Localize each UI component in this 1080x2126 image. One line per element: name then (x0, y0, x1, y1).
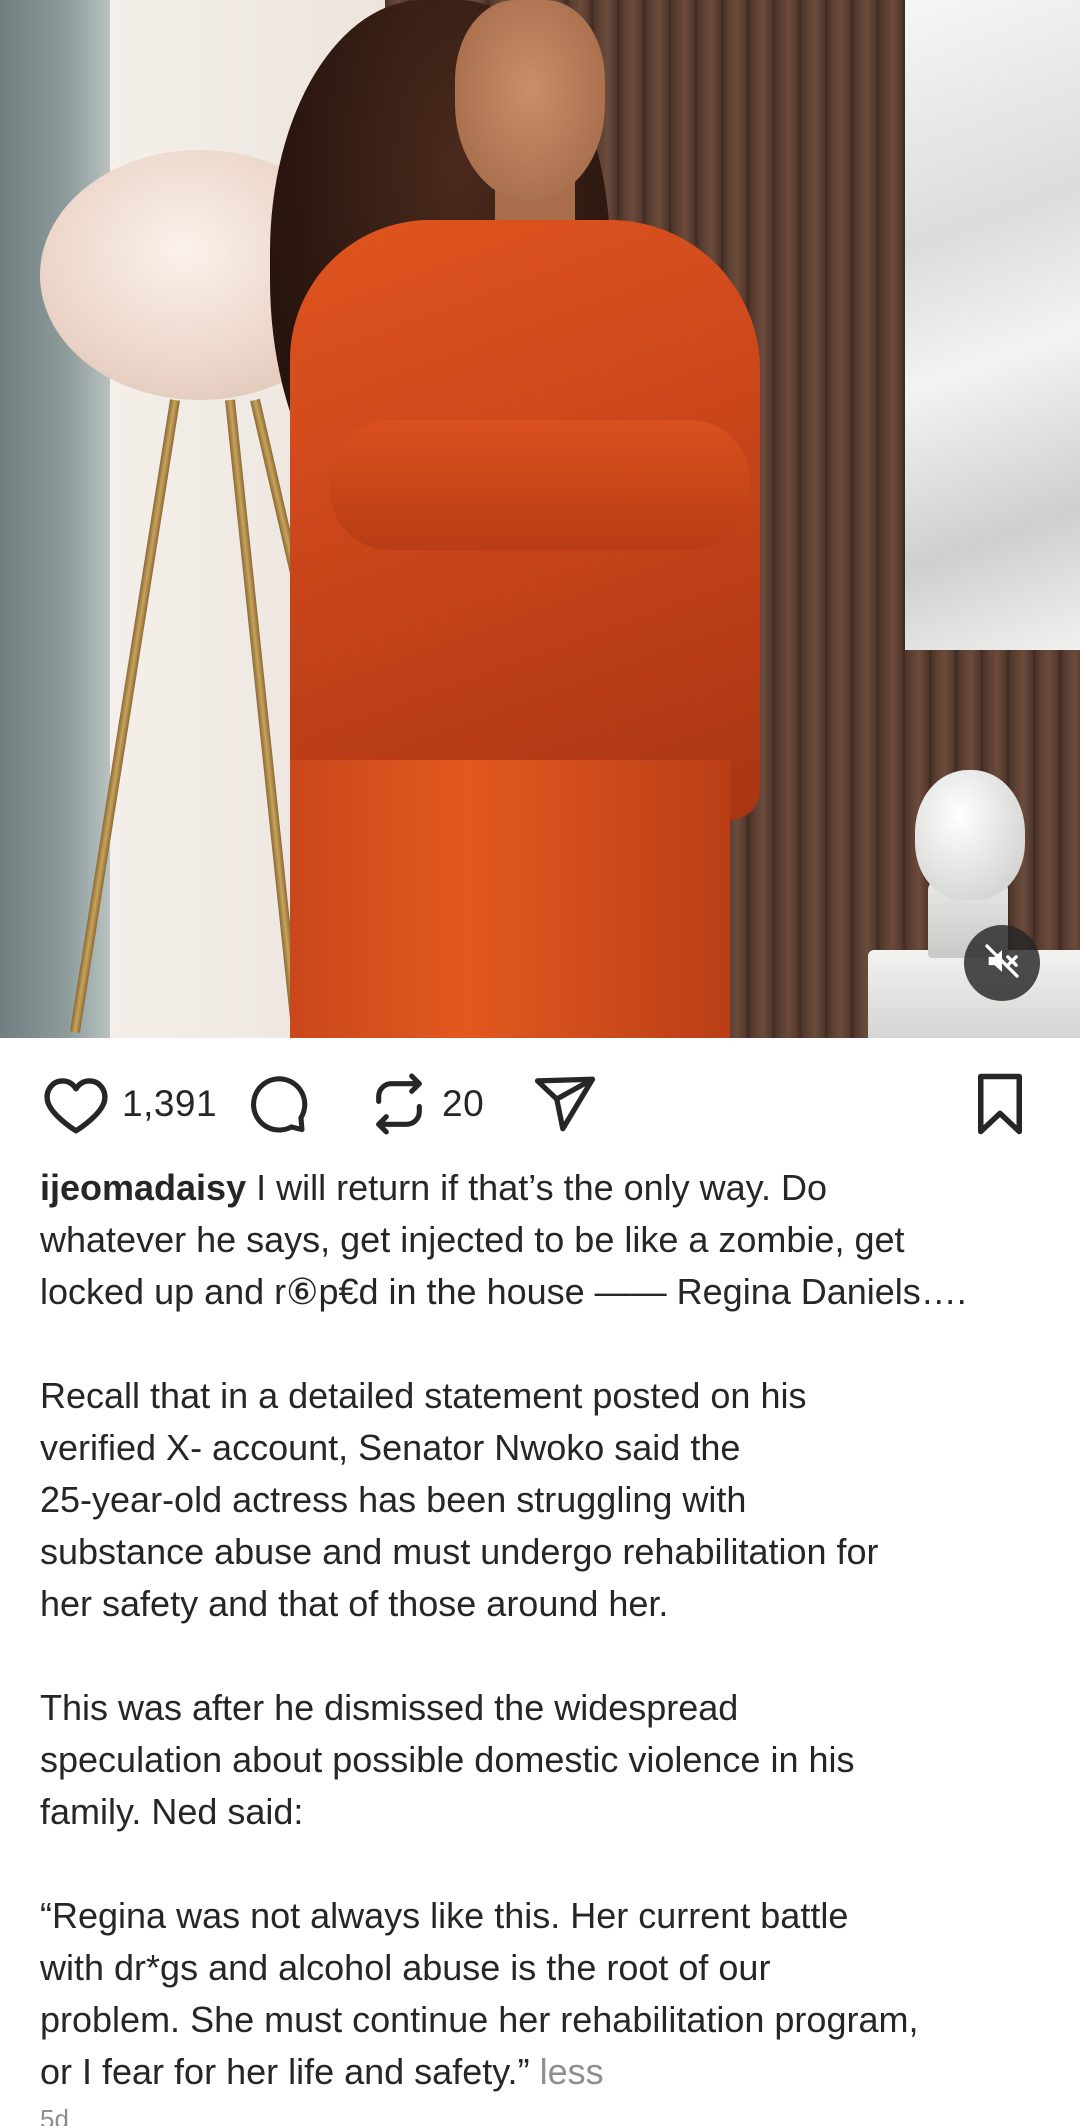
caption-text: “Regina was not always like this. Her cu… (40, 1895, 919, 2092)
post-image[interactable] (0, 0, 1080, 1038)
action-bar: 1,391 20 (0, 1038, 1080, 1168)
like-button[interactable]: 1,391 (42, 1064, 217, 1144)
mute-button[interactable] (964, 925, 1040, 1001)
marble-panel (905, 0, 1080, 650)
comment-button[interactable] (246, 1064, 310, 1144)
speech-bubble-icon (246, 1072, 310, 1136)
bookmark-icon (968, 1071, 1032, 1137)
heart-icon (42, 1073, 110, 1135)
caption-text: whatever he says, get injected to be lik… (40, 1219, 905, 1260)
repost-arrows-icon (368, 1071, 430, 1137)
repost-count[interactable]: 20 (442, 1083, 484, 1125)
post-timestamp: 5d (40, 2104, 69, 2126)
less-link[interactable]: less (540, 2051, 604, 2092)
post: 1,391 20 ijeomadaisy I will return if th… (0, 0, 1080, 2126)
repost-button[interactable]: 20 (368, 1064, 484, 1144)
paper-plane-icon (532, 1073, 598, 1135)
caption-paragraph-1: ijeomadaisy I will return if that’s the … (40, 1162, 1050, 1318)
caption-text: locked up and r⑥p€d in the house —— Regi… (40, 1271, 967, 1312)
bust-head (915, 770, 1025, 900)
speaker-muted-icon (982, 941, 1022, 986)
face (455, 0, 605, 200)
caption: ijeomadaisy I will return if that’s the … (40, 1162, 1050, 2098)
orange-suit-pants (290, 760, 730, 1038)
caption-text: I will return if that’s the only way. Do (256, 1167, 828, 1208)
caption-paragraph-2: Recall that in a detailed statement post… (40, 1375, 879, 1624)
save-button[interactable] (968, 1064, 1032, 1144)
share-button[interactable] (532, 1064, 598, 1144)
caption-paragraph-4: “Regina was not always like this. Her cu… (40, 1890, 1050, 2098)
like-count[interactable]: 1,391 (122, 1083, 217, 1125)
caption-paragraph-3: This was after he dismissed the widespre… (40, 1687, 855, 1832)
caption-username[interactable]: ijeomadaisy (40, 1167, 246, 1208)
crossed-arms (330, 420, 750, 550)
